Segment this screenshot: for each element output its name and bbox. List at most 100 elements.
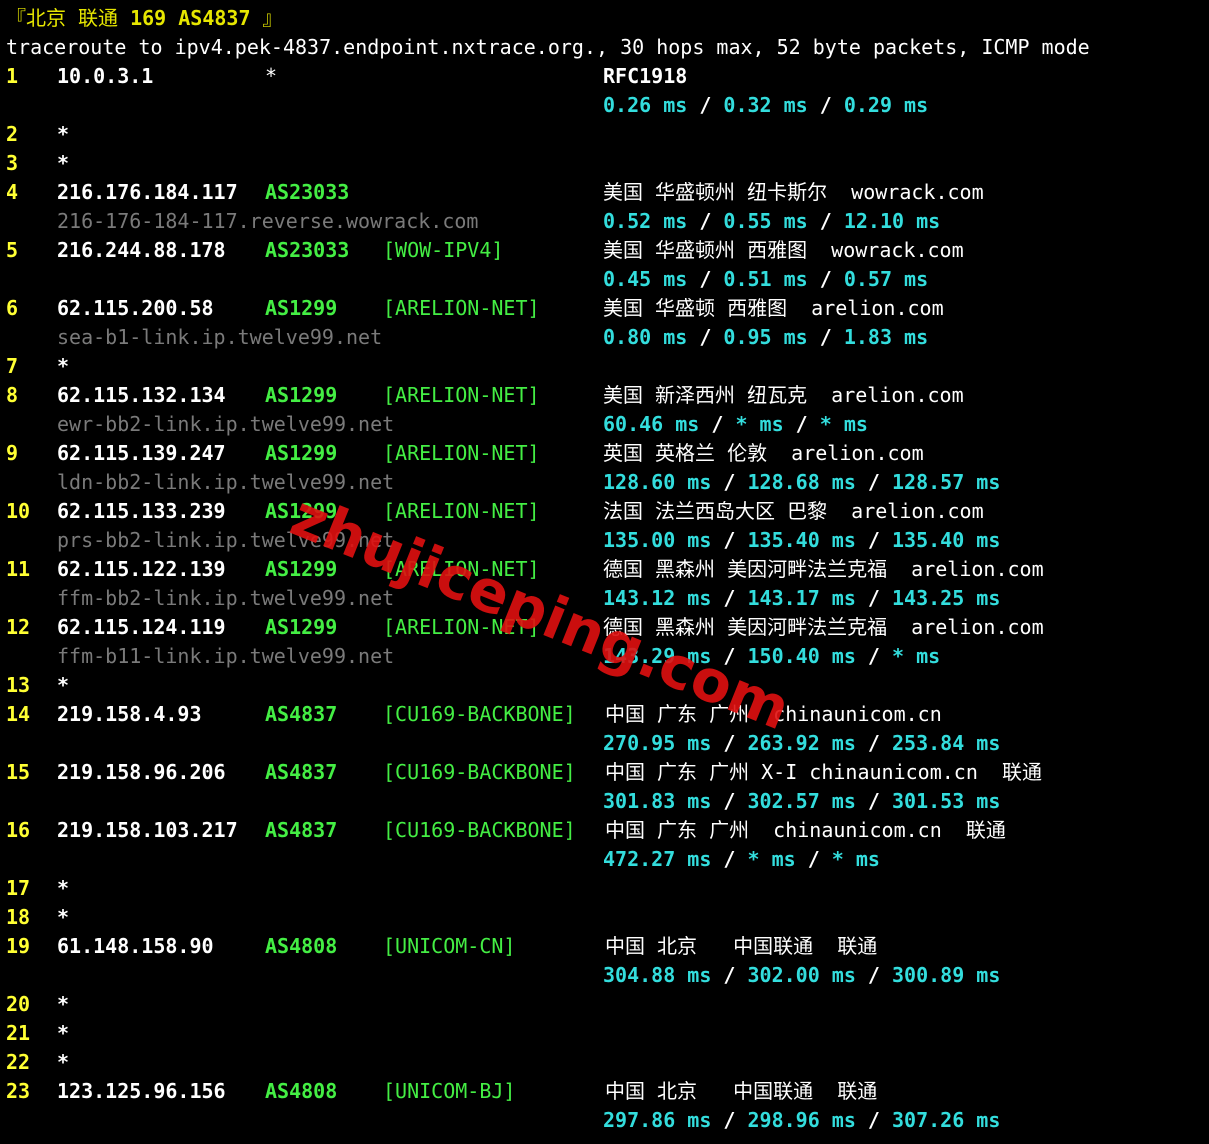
rtt-value: 0.29 ms [843,93,929,117]
hop-number: 8 [6,383,19,407]
rtt-separator: / [711,963,748,987]
hop-timeout: * [57,992,70,1016]
hop-ip: 219.158.96.206 [57,760,226,784]
hop-timeout: * [57,876,70,900]
hop-netname: [UNICOM-CN] [383,934,516,958]
hop-rtt: 0.52 ms / 0.55 ms / 12.10 ms [603,207,940,236]
hop-geo: 中国 广东 广州 chinaunicom.cn 联通 [605,818,1006,842]
rtt-separator: / [855,528,892,552]
hop-rdns: ffm-bb2-link.ip.twelve99.net [57,586,395,610]
rtt-value: 0.32 ms [723,93,808,117]
rtt-value: 143.17 ms [747,586,856,610]
rtt-separator: / [855,963,892,987]
hop-number: 10 [6,499,31,523]
rtt-value: 307.26 ms [892,1108,1001,1132]
rtt-separator: / [711,1108,748,1132]
rtt-separator: / [855,644,892,668]
hop-netname: [ARELION-NET] [383,557,540,581]
rtt-separator: / [855,731,892,755]
terminal-window[interactable]: 『北京 联通 169 AS4837 』 traceroute to ipv4.p… [0,0,1209,1144]
hop-number: 3 [6,151,19,175]
hop-rtt: 135.00 ms / 135.40 ms / 135.40 ms [603,526,1000,555]
hop-ip: 123.125.96.156 [57,1079,226,1103]
header-title: 169 AS4837 [130,6,251,30]
hop-number: 22 [6,1050,31,1074]
rtt-separator: / [807,93,844,117]
hop-ip: 62.115.200.58 [57,296,214,320]
hop-number: 5 [6,238,19,262]
rtt-value: 472.27 ms [603,847,712,871]
hop-asn: AS23033 [265,180,350,204]
hop-ip: 62.115.124.119 [57,615,226,639]
rtt-separator: / [687,209,724,233]
hop-rdns: ffm-b11-link.ip.twelve99.net [57,644,395,668]
hop-ip: 216.244.88.178 [57,238,226,262]
hop-asn: AS4837 [265,702,338,726]
hop-ip: 10.0.3.1 [57,64,154,88]
rtt-value: * ms [892,644,941,668]
rtt-value: * ms [735,412,784,436]
hop-timeout: * [57,354,70,378]
hop-netname: [CU169-BACKBONE] [383,760,576,784]
rtt-value: 253.84 ms [892,731,1001,755]
rtt-value: 0.80 ms [603,325,688,349]
hop-number: 21 [6,1021,31,1045]
hop-rdns: prs-bb2-link.ip.twelve99.net [57,528,395,552]
hop-number: 7 [6,354,19,378]
rtt-separator: / [855,1108,892,1132]
hop-rtt: 297.86 ms / 298.96 ms / 307.26 ms [603,1106,1000,1135]
hop-asn: * [265,64,278,88]
rtt-separator: / [855,586,892,610]
rtt-value: 150.40 ms [747,644,856,668]
rtt-value: 12.10 ms [843,209,941,233]
rtt-separator: / [711,586,748,610]
hop-rtt: 270.95 ms / 263.92 ms / 253.84 ms [603,729,1000,758]
hop-number: 13 [6,673,31,697]
hop-timeout: * [57,905,70,929]
hop-rdns: 216-176-184-117.reverse.wowrack.com [57,209,479,233]
rtt-value: * ms [819,412,868,436]
rtt-value: 263.92 ms [747,731,856,755]
hop-netname: [CU169-BACKBONE] [383,818,576,842]
hop-timeout: * [57,673,70,697]
rtt-separator: / [687,267,724,291]
hop-rtt: 301.83 ms / 302.57 ms / 301.53 ms [603,787,1000,816]
hop-timeout: * [57,1021,70,1045]
hop-asn: AS4837 [265,760,338,784]
header-suffix: 』 [250,6,283,30]
hop-geo: 中国 广东 广州 X-I chinaunicom.cn 联通 [605,760,1042,784]
hop-rtt: 143.12 ms / 143.17 ms / 143.25 ms [603,584,1000,613]
rtt-separator: / [711,731,748,755]
rtt-value: 0.95 ms [723,325,808,349]
hop-geo: 法国 法兰西岛大区 巴黎 arelion.com [603,499,984,523]
hop-geo: 英国 英格兰 伦敦 arelion.com [603,441,924,465]
hop-geo: 美国 华盛顿 西雅图 arelion.com [603,296,944,320]
rtt-separator: / [699,412,736,436]
hop-number: 6 [6,296,19,320]
hop-number: 20 [6,992,31,1016]
hop-geo: 德国 黑森州 美因河畔法兰克福 arelion.com [603,557,1044,581]
rtt-value: 60.46 ms [603,412,700,436]
hop-asn: AS1299 [265,383,338,407]
hop-timeout: * [57,1050,70,1074]
rtt-value: 0.51 ms [723,267,808,291]
rtt-separator: / [783,412,820,436]
rtt-value: 300.89 ms [892,963,1001,987]
rtt-value: 0.45 ms [603,267,688,291]
hop-number: 15 [6,760,31,784]
hop-number: 18 [6,905,31,929]
rtt-value: * ms [747,847,796,871]
rtt-value: 301.53 ms [892,789,1001,813]
hop-number: 17 [6,876,31,900]
hop-ip: 219.158.103.217 [57,818,238,842]
hop-number: 9 [6,441,19,465]
rtt-separator: / [807,209,844,233]
hop-asn: AS23033 [265,238,350,262]
rtt-separator: / [711,528,748,552]
rtt-value: 302.00 ms [747,963,856,987]
hop-geo: 美国 华盛顿州 西雅图 wowrack.com [603,238,964,262]
rtt-value: * ms [831,847,880,871]
hop-netname: [ARELION-NET] [383,383,540,407]
hop-geo: RFC1918 [603,64,688,88]
hop-geo: 德国 黑森州 美因河畔法兰克福 arelion.com [603,615,1044,639]
